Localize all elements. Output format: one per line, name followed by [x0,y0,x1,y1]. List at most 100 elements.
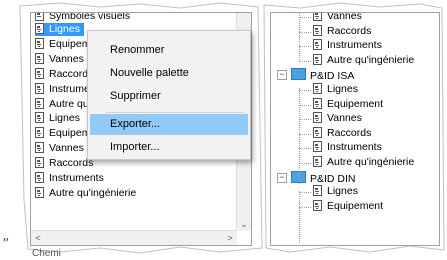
tree-item[interactable]: Vannes [313,12,362,23]
tree-item[interactable]: Vannes [35,142,84,155]
tree-item-label: Raccords [327,24,372,37]
tree-connector [299,192,311,194]
palette-doc-icon [313,126,323,138]
tree-item-label: Lignes [327,185,358,198]
tree-item-label: Instruments [327,39,382,52]
menu-item-label: Exporter... [110,118,161,130]
context-menu: Renommer Nouvelle palette Supprimer Expo… [87,30,251,160]
palette-doc-icon [313,83,323,94]
scroll-down-arrow-icon[interactable]: ⌄ [237,217,251,231]
tree-item-label: Vannes [49,142,84,155]
tree-connector [299,206,311,208]
palette-doc-icon [313,185,323,197]
tree-item-label: Lignes [327,83,358,95]
tree-connector [299,133,311,135]
tree-header-label: Symboles visuels [49,12,131,22]
menu-item-export[interactable]: Exporter... [90,114,248,135]
tree-item[interactable]: Vannes [313,112,362,125]
tree-item-label: Instruments [49,172,104,184]
tree-connector [299,148,311,150]
tree-item[interactable]: Raccords [313,126,372,140]
menu-item-delete[interactable]: Supprimer [90,86,248,107]
tree-connector [299,163,311,164]
tree-item[interactable]: Lignes [35,23,84,36]
tree-item[interactable]: Equipement [313,199,384,213]
tree-item-label: Autre qu'ingénierie [327,156,415,168]
tree-item-label: Autre qu'ingénierie [49,186,137,199]
palette-doc-icon [313,39,323,51]
tree-item-label: Instruments [327,141,382,154]
menu-item-rename[interactable]: Renommer [90,40,248,61]
tree-item[interactable]: Lignes [313,83,358,96]
tree-item[interactable]: Lignes [35,112,80,125]
tree-group[interactable]: P&ID DIN [291,170,356,185]
palette-doc-icon [313,199,323,211]
palette-doc-icon [35,157,45,169]
menu-item-label: Nouvelle palette [110,67,189,79]
tree-group-label: P&ID DIN [310,172,356,185]
collapse-toggle-icon[interactable]: − [277,70,287,81]
menu-item-label: Supprimer [110,90,161,102]
tree-connector [299,104,311,106]
palette-doc-icon [35,172,45,183]
menu-item-import[interactable]: Importer... [90,137,248,158]
palette-doc-icon [35,127,45,139]
tree-item-label: Vannes [327,12,362,22]
palette-doc-icon [35,52,45,64]
tree-connector [299,60,311,62]
menu-separator [106,112,244,113]
right-palette-tree[interactable]: Vannes Raccords Instruments Autre qu'ingéni… [270,12,440,246]
tree-group[interactable]: P&ID ISA [291,68,354,82]
tree-item-label: Lignes [49,112,80,125]
palette-doc-icon [35,13,45,21]
palette-doc-icon [35,82,45,94]
tree-item-label: Equipement [327,199,384,212]
tree-item-label: Vannes [327,112,362,125]
scroll-right-arrow-icon[interactable]: > [223,231,237,245]
palette-doc-icon [313,156,323,167]
palette-doc-icon [313,53,323,65]
horizontal-scrollbar[interactable]: < > [31,230,237,245]
tree-item[interactable]: Instruments [35,172,104,185]
palette-doc-icon [313,97,323,109]
tree-item[interactable]: Autre qu'ingénierie [35,186,137,200]
tree-connector [299,88,300,184]
palette-doc-icon [35,112,45,124]
quote-mark: " [2,236,8,253]
tree-item-label: Raccords [327,126,372,139]
tree-item[interactable]: Equipement [313,97,383,111]
palette-doc-icon [313,141,323,153]
status-label: Chemi [32,248,61,259]
collapse-toggle-icon[interactable]: − [277,172,287,183]
tree-item[interactable]: Vannes [35,52,84,66]
palette-doc-icon [35,23,45,34]
menu-item-label: Importer... [110,141,160,153]
palette-doc-icon [35,186,45,198]
tree-item[interactable]: Instruments [313,39,382,52]
tree-item-label: Vannes [49,52,84,65]
tree-item[interactable]: Autre qu'ingénierie [313,53,415,67]
tree-item[interactable]: Instruments [313,141,382,154]
tree-connector [299,13,300,60]
tree-connector [299,90,311,91]
tree-item-label: Lignes [49,23,80,35]
palette-doc-icon [313,24,323,36]
palette-doc-icon [35,97,45,109]
scroll-left-arrow-icon[interactable]: < [31,231,45,245]
tree-item-label: Autre qu'ingénierie [327,53,415,66]
palette-doc-icon [35,37,45,49]
tree-item[interactable]: Autre qu'ingénierie [313,156,414,169]
tree-item[interactable]: Raccords [313,24,372,38]
tree-item[interactable]: Raccords [35,67,93,81]
palette-doc-icon [35,67,45,79]
menu-item-new-palette[interactable]: Nouvelle palette [90,63,248,84]
tree-item[interactable]: Lignes [313,185,358,198]
palette-doc-icon [35,142,45,154]
tree-item[interactable]: Raccords [35,157,93,170]
tree-connector [299,191,300,243]
folder-icon [291,68,306,81]
palette-doc-icon [313,112,323,124]
palette-doc-icon [313,13,323,21]
tree-connector [299,31,311,33]
tree-connector [299,17,311,18]
